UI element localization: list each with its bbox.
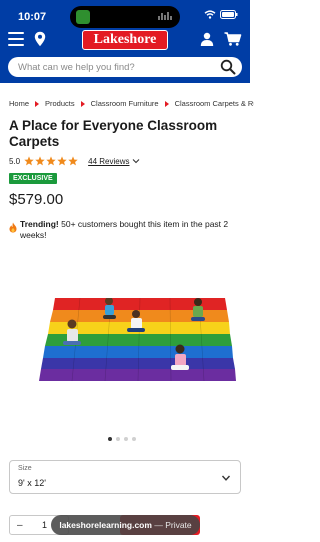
star-icon	[35, 156, 45, 166]
product-price: $579.00	[9, 191, 64, 208]
dynamic-island	[70, 6, 180, 28]
breadcrumb-home[interactable]: Home	[9, 99, 29, 108]
trending-label: Trending!	[20, 219, 59, 229]
breadcrumb-products[interactable]: Products	[45, 99, 75, 108]
rainbow-carpet-image	[39, 298, 236, 381]
app-icon	[76, 10, 90, 24]
breadcrumb-classroom-furniture[interactable]: Classroom Furniture	[91, 99, 159, 108]
chevron-down-icon	[221, 475, 231, 481]
chevron-down-icon[interactable]	[132, 157, 140, 165]
breadcrumb: Home Products Classroom Furniture Classr…	[9, 99, 254, 108]
carousel-dot[interactable]	[108, 437, 112, 441]
search-icon[interactable]	[220, 59, 236, 75]
breadcrumb-separator-icon	[80, 100, 85, 107]
status-icons	[204, 10, 238, 19]
carousel-dot[interactable]	[124, 437, 128, 441]
browser-url-pill[interactable]: lakeshorelearning.com — Private	[51, 515, 200, 535]
browsing-mode: Private	[165, 520, 192, 530]
rating-value: 5.0	[9, 156, 21, 166]
lakeshore-logo[interactable]: Lakeshore	[82, 30, 168, 50]
star-icon	[68, 156, 78, 166]
breadcrumb-classroom-carpets[interactable]: Classroom Carpets & Rugs	[175, 99, 254, 108]
quantity-value[interactable]: 1	[42, 520, 47, 530]
cart-icon[interactable]	[224, 32, 242, 46]
location-pin-icon[interactable]	[34, 31, 46, 47]
menu-icon[interactable]	[8, 32, 24, 46]
star-icon	[57, 156, 67, 166]
audio-bars-icon	[158, 12, 172, 20]
site-header: 10:07 Lakeshore	[0, 0, 250, 83]
size-select[interactable]: Size 9' x 12'	[9, 460, 241, 494]
user-icon[interactable]	[200, 32, 214, 46]
search-input[interactable]	[18, 57, 218, 77]
star-rating	[24, 156, 78, 166]
product-title: A Place for Everyone Classroom Carpets	[9, 118, 218, 149]
reviews-link[interactable]: 44 Reviews	[88, 157, 129, 166]
status-time: 10:07	[18, 11, 47, 23]
breadcrumb-separator-icon	[35, 100, 40, 107]
quantity-decrease-button[interactable]: –	[17, 520, 23, 531]
exclusive-badge: EXCLUSIVE	[9, 173, 57, 184]
size-value: 9' x 12'	[18, 478, 46, 488]
battery-icon	[220, 10, 238, 19]
carousel-dot[interactable]	[132, 437, 136, 441]
url-separator: —	[154, 520, 163, 530]
search-bar	[8, 57, 242, 77]
url-domain: lakeshorelearning.com	[59, 520, 152, 530]
rating-row: 5.0 44 Reviews	[9, 155, 140, 167]
status-bar: 10:07	[0, 0, 250, 28]
product-image[interactable]	[9, 259, 241, 424]
flame-icon	[9, 222, 17, 233]
carousel-dot[interactable]	[116, 437, 120, 441]
image-carousel-dots	[108, 437, 136, 441]
star-icon	[24, 156, 34, 166]
wifi-icon	[204, 10, 216, 19]
breadcrumb-separator-icon	[164, 100, 169, 107]
size-label: Size	[18, 465, 32, 472]
star-icon	[46, 156, 56, 166]
